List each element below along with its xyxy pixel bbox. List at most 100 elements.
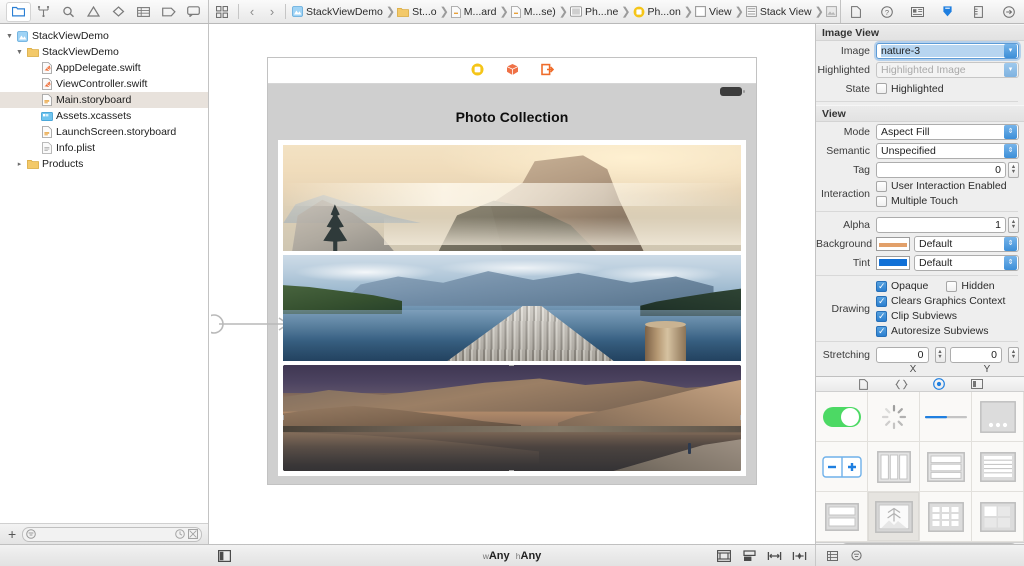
stack-view[interactable] — [278, 140, 746, 476]
checkbox-hidden[interactable]: Hidden — [946, 280, 995, 292]
chevron-updown-icon[interactable]: ⇕ — [1004, 124, 1017, 139]
tree-row-project[interactable]: ▼ StackViewDemo — [0, 28, 208, 44]
tree-row-info-plist[interactable]: ▸ Info.plist — [0, 140, 208, 156]
view-controller-scene[interactable]: Photo Collection — [268, 58, 756, 484]
object-library-tab[interactable] — [930, 377, 948, 391]
breadcrumb-item-storyboard[interactable]: M...ard — [450, 6, 496, 18]
test-navigator-tab[interactable] — [106, 2, 131, 22]
checkbox-box[interactable] — [876, 325, 887, 337]
background-combo-box[interactable]: Default ⇕ — [914, 235, 1019, 252]
library-item-collection-view-cell[interactable] — [972, 492, 1024, 542]
resize-handle-middle-right[interactable] — [740, 415, 741, 420]
tree-row-group[interactable]: ▼ StackViewDemo — [0, 44, 208, 60]
size-inspector-tab[interactable] — [967, 3, 989, 21]
checkbox-user-interaction-enabled[interactable]: User Interaction Enabled — [876, 180, 1007, 192]
resize-handle-top-center[interactable] — [509, 365, 514, 366]
disclosure-open-icon[interactable]: ▼ — [14, 49, 25, 56]
go-forward-button[interactable]: › — [262, 4, 282, 19]
checkbox-box[interactable] — [876, 280, 887, 292]
library-item-table-view-cell[interactable] — [816, 492, 868, 542]
breadcrumb-item-scene[interactable]: Ph...ne — [570, 6, 618, 18]
resize-handle-bottom-left[interactable] — [283, 470, 284, 471]
tag-input[interactable]: 0 — [876, 161, 1006, 178]
mode-combo-box[interactable]: Aspect Fill ⇕ — [876, 123, 1019, 140]
alpha-input[interactable]: 1 — [876, 216, 1006, 233]
image-combo-box[interactable]: nature-3 ▾ — [876, 42, 1019, 59]
tree-row-appdelegate[interactable]: ▸ AppDelegate.swift — [0, 60, 208, 76]
resize-handle-bottom-right[interactable] — [740, 470, 741, 471]
photo-nature-2[interactable] — [283, 255, 741, 361]
connections-inspector-tab[interactable] — [998, 3, 1020, 21]
breadcrumb-item-stack-view[interactable]: Stack View — [745, 6, 812, 18]
view-controller-dock-icon[interactable] — [471, 63, 484, 79]
library-item-stepper[interactable] — [816, 442, 868, 492]
first-responder-dock-icon[interactable] — [506, 63, 519, 79]
checkbox-box[interactable] — [876, 310, 887, 322]
checkbox-highlighted[interactable]: Highlighted — [876, 83, 944, 95]
file-template-library-tab[interactable] — [854, 377, 872, 391]
tree-row-main-storyboard[interactable]: ▸ Main.storyboard — [0, 92, 208, 108]
checkbox-clip-subviews[interactable]: Clip Subviews — [876, 310, 957, 322]
file-inspector-tab[interactable] — [845, 3, 867, 21]
report-navigator-tab[interactable] — [181, 2, 206, 22]
disclosure-open-icon[interactable]: ▼ — [4, 33, 15, 40]
checkbox-autoresize-subviews[interactable]: Autoresize Subviews — [876, 325, 988, 337]
resize-handle-middle-left[interactable] — [283, 415, 284, 420]
related-items-icon[interactable] — [209, 5, 235, 18]
checkbox-clears-graphics-context[interactable]: Clears Graphics Context — [876, 295, 1005, 307]
checkbox-opaque[interactable]: Opaque — [876, 280, 928, 292]
library-list-icon[interactable] — [824, 550, 840, 561]
stretching-x-stepper[interactable]: ▲ ▼ — [934, 346, 946, 363]
attributes-inspector-tab[interactable] — [937, 3, 959, 21]
source-control-navigator-tab[interactable] — [31, 2, 56, 22]
semantic-combo-box[interactable]: Unspecified ⇕ — [876, 142, 1019, 159]
media-library-tab[interactable] — [968, 377, 986, 391]
library-item-activity-indicator[interactable] — [868, 392, 920, 442]
chevron-down-icon[interactable]: ▾ — [1004, 43, 1017, 58]
library-item-progress-view[interactable] — [920, 392, 972, 442]
trait-variation-label[interactable]: wAny hAny — [209, 550, 815, 562]
library-item-switch[interactable] — [816, 392, 868, 442]
navigator-filter-field[interactable] — [22, 526, 202, 542]
breadcrumb-item-project[interactable]: StackViewDemo — [292, 6, 383, 18]
stretching-y-stepper[interactable]: ▲ ▼ — [1008, 346, 1019, 363]
library-item-table-view[interactable] — [972, 442, 1024, 492]
go-back-button[interactable]: ‹ — [242, 4, 262, 19]
highlighted-image-combo-box[interactable]: Highlighted Image ▾ — [876, 61, 1019, 78]
exit-dock-icon[interactable] — [540, 63, 554, 79]
chevron-updown-icon[interactable]: ⇕ — [1004, 236, 1017, 251]
disclosure-closed-icon[interactable]: ▸ — [14, 160, 25, 168]
tree-row-assets[interactable]: ▸ Assets.xcassets — [0, 108, 208, 124]
library-item-vertical-stack-view[interactable] — [920, 442, 972, 492]
checkbox-box[interactable] — [876, 180, 887, 192]
breadcrumb-item-view[interactable]: View — [695, 6, 732, 18]
stretching-x-input[interactable]: 0 — [876, 346, 929, 363]
tint-color-swatch[interactable] — [876, 255, 910, 270]
project-navigator-tab[interactable] — [6, 1, 31, 22]
chevron-updown-icon[interactable]: ⇕ — [1004, 255, 1017, 270]
library-filter-icon[interactable] — [848, 550, 864, 561]
resize-handle-top-right[interactable] — [740, 365, 741, 366]
chevron-down-icon[interactable]: ▾ — [1004, 62, 1017, 77]
background-color-swatch[interactable] — [876, 236, 910, 251]
checkbox-box[interactable] — [876, 195, 887, 207]
checkbox-box[interactable] — [876, 295, 887, 307]
debug-navigator-tab[interactable] — [131, 2, 156, 22]
symbol-navigator-tab[interactable] — [56, 2, 81, 22]
library-item-image-view[interactable] — [868, 492, 920, 542]
breadcrumb-item-storyboard-base[interactable]: M...se) — [510, 6, 556, 18]
breadcrumb-item-group[interactable]: St...o — [397, 6, 437, 18]
issue-navigator-tab[interactable] — [81, 2, 106, 22]
resize-handle-top-left[interactable] — [283, 365, 284, 366]
resize-handle-bottom-center[interactable] — [509, 470, 514, 471]
breadcrumb-item-view-controller[interactable]: Ph...on — [633, 6, 681, 18]
tint-combo-box[interactable]: Default ⇕ — [914, 254, 1019, 271]
library-item-horizontal-stack-view[interactable] — [868, 442, 920, 492]
breadcrumb-item-image-view[interactable]: nature-3 — [825, 6, 840, 18]
library-item-collection-view[interactable] — [920, 492, 972, 542]
storyboard-canvas[interactable]: Photo Collection — [209, 24, 815, 544]
tag-stepper[interactable]: ▲ ▼ — [1008, 161, 1019, 178]
tree-row-launchscreen[interactable]: ▸ LaunchScreen.storyboard — [0, 124, 208, 140]
identity-inspector-tab[interactable] — [906, 3, 928, 21]
chevron-updown-icon[interactable]: ⇕ — [1004, 143, 1017, 158]
